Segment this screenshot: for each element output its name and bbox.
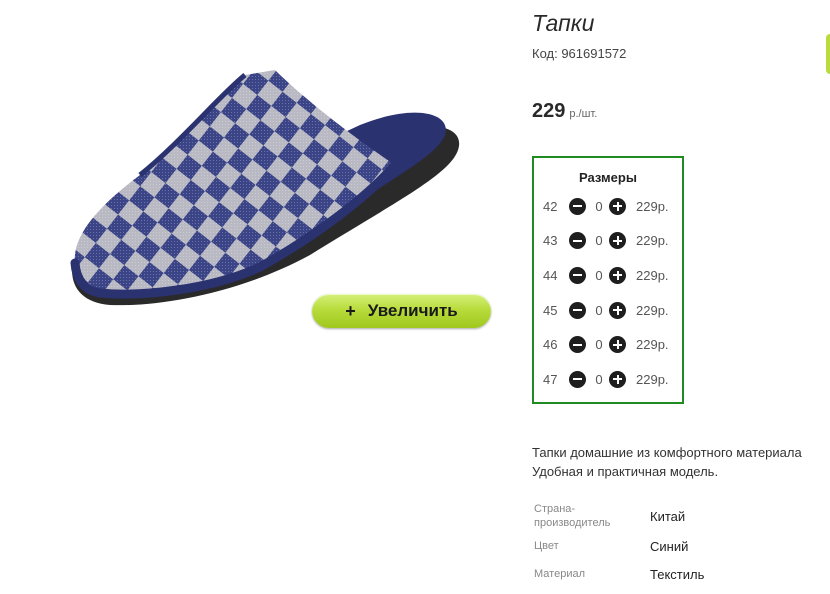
size-label: 47 [543, 371, 558, 387]
price-unit: р./шт. [569, 108, 598, 120]
size-price: 229р. [636, 198, 669, 214]
plus-icon[interactable] [609, 232, 626, 250]
property-label-line: Страна- [534, 503, 576, 515]
minus-icon[interactable] [569, 232, 586, 250]
plus-icon: + [345, 301, 356, 321]
plus-icon[interactable] [609, 197, 626, 215]
quantity-value: 0 [595, 267, 603, 283]
plus-icon[interactable] [609, 301, 626, 319]
size-label: 45 [543, 302, 558, 318]
plus-icon[interactable] [609, 370, 626, 388]
property-label: Материал [534, 568, 585, 580]
side-tab[interactable] [826, 34, 830, 74]
quantity-value: 0 [595, 371, 603, 387]
plus-icon[interactable] [609, 266, 626, 284]
size-label: 42 [543, 198, 558, 214]
quantity-value: 0 [595, 198, 603, 214]
minus-icon[interactable] [569, 301, 586, 319]
property-value: Синий [650, 539, 689, 554]
property-label: Цвет [534, 540, 559, 552]
size-row: 44 0 229р. [534, 258, 682, 293]
zoom-button[interactable]: + Увеличить [312, 294, 491, 328]
minus-icon[interactable] [569, 266, 586, 284]
product-title: Тапки [532, 10, 595, 36]
product-image[interactable] [60, 55, 470, 320]
property-label: Страна- производитель [534, 502, 634, 530]
property-label-line: производитель [534, 517, 611, 529]
product-price: 229 р./шт. [532, 100, 597, 123]
minus-icon[interactable] [569, 336, 586, 354]
minus-icon[interactable] [569, 197, 586, 215]
size-row: 46 0 229р. [534, 327, 682, 362]
sizes-box: Размеры 42 0 229р. 43 0 229р. 44 0 229р.… [532, 156, 684, 404]
size-row: 42 0 229р. [534, 189, 682, 224]
price-value: 229 [532, 100, 566, 122]
quantity-value: 0 [595, 302, 603, 318]
zoom-button-label: Увеличить [367, 301, 458, 320]
size-price: 229р. [636, 371, 669, 387]
size-label: 46 [543, 337, 558, 353]
size-label: 44 [543, 267, 558, 283]
size-row: 43 0 229р. [534, 224, 682, 259]
quantity-value: 0 [595, 233, 603, 249]
size-price: 229р. [636, 302, 669, 318]
size-price: 229р. [636, 337, 669, 353]
size-label: 43 [543, 233, 558, 249]
quantity-value: 0 [595, 337, 603, 353]
size-row: 47 0 229р. [534, 362, 682, 397]
product-description: Тапки домашние из комфортного материала … [532, 443, 830, 481]
size-price: 229р. [636, 233, 669, 249]
property-value: Китай [650, 509, 686, 524]
plus-icon[interactable] [609, 336, 626, 354]
description-line: Удобная и практичная модель. [532, 464, 719, 479]
property-value: Текстиль [650, 567, 705, 582]
minus-icon[interactable] [569, 370, 586, 388]
size-row: 45 0 229р. [534, 293, 682, 328]
product-code: Код: 961691572 [532, 46, 627, 61]
size-price: 229р. [636, 267, 669, 283]
sizes-heading: Размеры [579, 170, 637, 185]
description-line: Тапки домашние из комфортного материала [532, 445, 802, 460]
slipper-image [70, 70, 460, 306]
